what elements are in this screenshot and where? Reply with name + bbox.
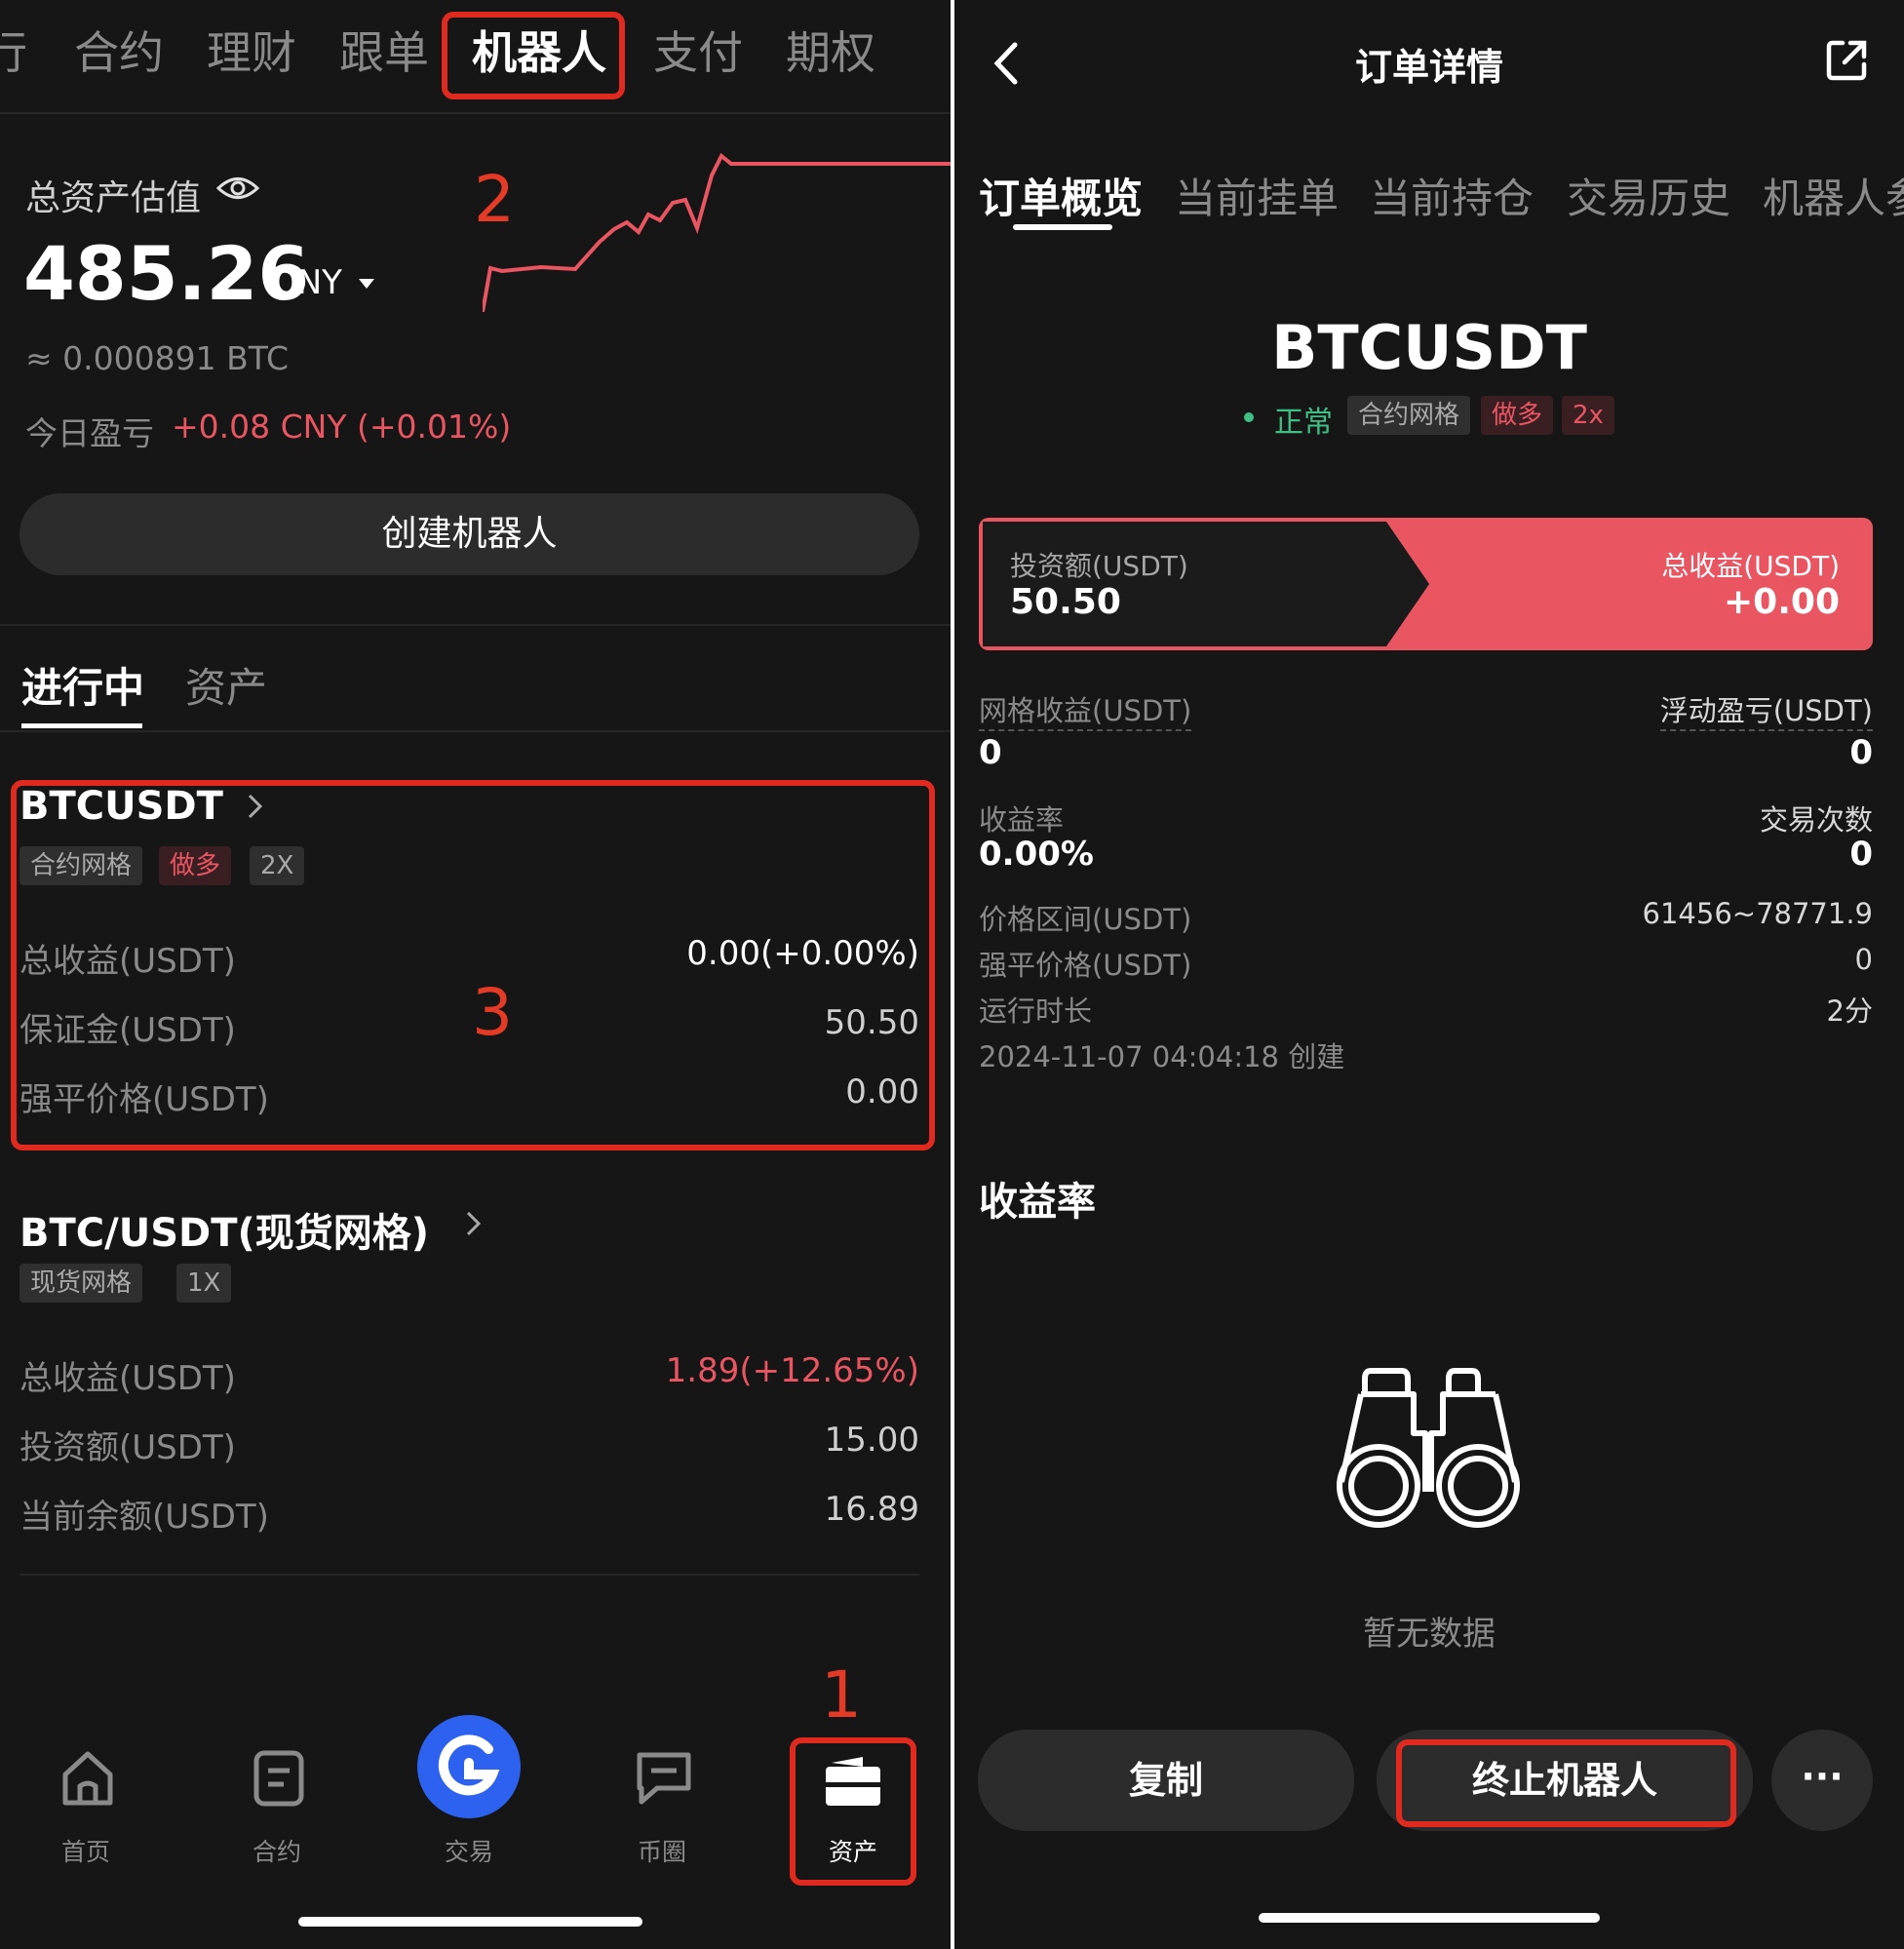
row-value: 15.00 (824, 1421, 919, 1460)
home-indicator (1259, 1913, 1600, 1923)
annotation-box-robot-tab (442, 12, 625, 99)
today-pnl-label: 今日盈亏 (25, 414, 154, 452)
status-label: 正常 (1274, 406, 1333, 440)
trade-icon (417, 1715, 521, 1818)
today-pnl-value: +0.08 CNY (+0.01%) (172, 408, 512, 446)
status-dot (1244, 412, 1254, 422)
rate-label: 收益率 (979, 803, 1065, 837)
profit-banner: 投资额(USDT) 50.50 总收益(USDT) +0.00 (979, 518, 1873, 650)
divider (19, 1574, 919, 1576)
profit-value: +0.00 (1724, 582, 1840, 622)
share-icon[interactable] (1823, 37, 1870, 84)
row-label: 总收益(USDT) (19, 1359, 236, 1398)
tag-long: 做多 (1481, 396, 1554, 435)
nav-community-label: 币圈 (637, 1838, 686, 1866)
tag-leverage: 1X (176, 1264, 232, 1303)
chat-icon (637, 1752, 691, 1805)
annotation-box-stop-button (1396, 1739, 1736, 1827)
asset-label: 总资产估值 (25, 178, 202, 218)
annotation-1: 1 (821, 1657, 862, 1733)
home-icon (62, 1751, 113, 1806)
range-value: 61456~78771.9 (1642, 897, 1873, 930)
tab-payment[interactable]: 支付 (653, 18, 743, 82)
right-screen: 订单详情 订单概览 当前挂单 当前持仓 交易历史 机器人参 BTCUSDT 正常… (954, 0, 1904, 1949)
nav-home-label: 首页 (60, 1838, 110, 1866)
runtime-label: 运行时长 (979, 994, 1093, 1028)
grid-profit-label[interactable]: 网格收益(USDT) (979, 694, 1192, 731)
liq-value: 0 (1854, 943, 1873, 976)
trades-value: 0 (1849, 835, 1873, 874)
invest-value: 50.50 (1010, 582, 1121, 622)
runtime-value: 2分 (1826, 994, 1873, 1028)
bot-card-btc-spot[interactable]: BTC/USDT(现货网格) 现货网格 1X 总收益(USDT) 1.89(+1… (0, 1197, 951, 1548)
annotation-box-bot-card (11, 780, 935, 1150)
home-indicator (298, 1917, 642, 1927)
header-title: 订单详情 (1354, 46, 1503, 89)
empty-text: 暂无数据 (1363, 1615, 1496, 1654)
bot-title: BTC/USDT(现货网格) (19, 1211, 430, 1256)
tab-finance[interactable]: 理财 (207, 18, 296, 82)
copy-button[interactable]: 复制 (978, 1730, 1354, 1831)
binoculars-icon (1337, 1368, 1520, 1528)
tab-assets[interactable]: 资产 (185, 655, 267, 715)
tab-robot-params[interactable]: 机器人参 (1763, 166, 1904, 225)
tab-open-orders[interactable]: 当前挂单 (1175, 166, 1339, 225)
left-screen: 行 合约 理财 跟单 机器人 支付 期权 总资产估值 2 485.26 CNY … (0, 0, 951, 1949)
tab-positions[interactable]: 当前持仓 (1370, 166, 1534, 225)
nav-trade-label: 交易 (444, 1838, 493, 1866)
row-value: 16.89 (824, 1490, 919, 1529)
asset-currency[interactable]: CNY (274, 263, 342, 302)
create-robot-button[interactable]: 创建机器人 (19, 493, 919, 575)
contract-icon (253, 1750, 304, 1807)
trades-label: 交易次数 (1759, 803, 1873, 837)
divider (0, 730, 951, 732)
created-time: 2024-11-07 04:04:18 创建 (979, 1040, 1345, 1073)
asset-value: 485.26 (23, 230, 310, 317)
divider (0, 624, 951, 626)
rate-value: 0.00% (979, 835, 1094, 874)
liq-label: 强平价格(USDT) (979, 949, 1192, 982)
tag-leverage: 2x (1562, 396, 1614, 435)
profit-label: 总收益(USDT) (1661, 550, 1840, 582)
tab-running[interactable]: 进行中 (21, 655, 144, 715)
grid-profit-value: 0 (979, 733, 1002, 772)
row-value: 1.89(+12.65%) (665, 1351, 919, 1390)
row-label: 投资额(USDT) (19, 1428, 236, 1467)
tab-trade-history[interactable]: 交易历史 (1567, 166, 1730, 225)
asset-trend-sparkline (483, 152, 951, 312)
nav-home[interactable]: 首页 (32, 1749, 139, 1866)
tab-underline (21, 723, 142, 728)
float-pnl-label[interactable]: 浮动盈亏(USDT) (1659, 694, 1873, 731)
caret-down-icon[interactable] (357, 277, 376, 291)
tab-underline (1013, 224, 1112, 230)
asset-btc: ≈ 0.000891 BTC (25, 339, 289, 377)
nav-contract-label: 合约 (252, 1838, 301, 1866)
tab-partial[interactable]: 行 (0, 18, 27, 82)
row-label: 当前余额(USDT) (19, 1498, 269, 1537)
tag-contract-grid: 合约网格 (1347, 396, 1471, 435)
more-button[interactable]: ··· (1771, 1730, 1873, 1831)
annotation-box-assets-nav (790, 1737, 916, 1886)
symbol-title: BTCUSDT (1271, 312, 1587, 383)
nav-trade[interactable]: 交易 (415, 1714, 523, 1866)
section-title: 收益率 (979, 1180, 1096, 1225)
tab-order-overview[interactable]: 订单概览 (979, 166, 1143, 225)
invest-label: 投资额(USDT) (1010, 550, 1188, 582)
chevron-right-icon (466, 1211, 482, 1236)
tab-copytrade[interactable]: 跟单 (339, 18, 429, 82)
tab-options[interactable]: 期权 (786, 18, 875, 82)
nav-contract[interactable]: 合约 (223, 1749, 330, 1866)
tab-contract[interactable]: 合约 (74, 18, 164, 82)
tag-spot-grid: 现货网格 (19, 1264, 143, 1303)
float-pnl-value: 0 (1849, 733, 1873, 772)
nav-community[interactable]: 币圈 (608, 1749, 716, 1866)
range-label: 价格区间(USDT) (979, 903, 1192, 936)
divider (0, 112, 951, 114)
eye-icon[interactable] (216, 174, 259, 203)
